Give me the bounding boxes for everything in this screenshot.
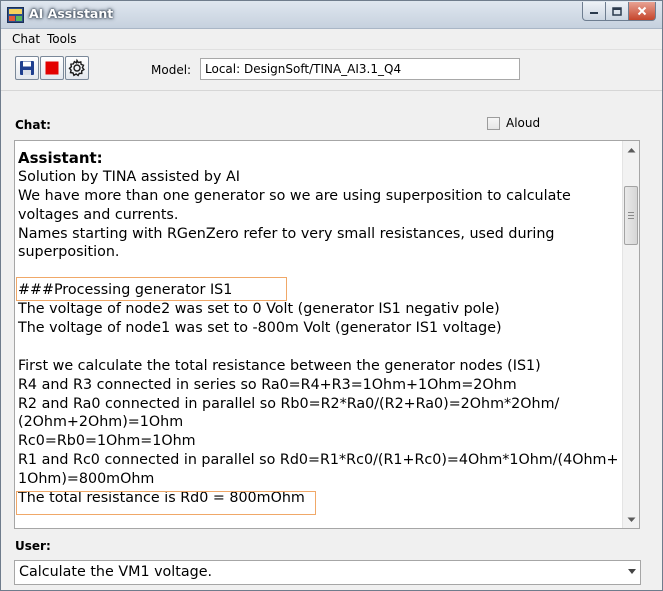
chat-line: voltages and currents.: [18, 206, 179, 223]
chat-line: (2Ohm+2Ohm)=1Ohm: [18, 414, 184, 431]
chevron-down-icon: [627, 517, 635, 522]
scroll-thumb[interactable]: [624, 186, 638, 245]
chat-line: R4 and R3 connected in series so Ra0=R4+…: [18, 376, 517, 393]
result-highlight: [16, 491, 316, 515]
toolbar: Model: Local: DesignSoft/TINA_AI3.1_Q4: [1, 49, 662, 87]
model-field[interactable]: Local: DesignSoft/TINA_AI3.1_Q4: [200, 58, 520, 80]
save-button[interactable]: [15, 56, 39, 80]
chat-line: We have more than one generator so we ar…: [18, 187, 571, 204]
chat-content: Assistant: Solution by TINA assisted by …: [18, 149, 622, 508]
chevron-down-icon[interactable]: [628, 569, 636, 574]
chat-line: The voltage of node2 was set to 0 Volt (…: [18, 301, 500, 318]
close-button[interactable]: [628, 2, 656, 21]
menu-tools[interactable]: Tools: [47, 32, 77, 46]
aloud-label: Aloud: [506, 116, 541, 130]
window-title: AI Assistant: [29, 6, 114, 21]
scroll-down-button[interactable]: [623, 511, 639, 528]
minimize-button[interactable]: [582, 2, 606, 21]
menu-chat[interactable]: Chat: [12, 32, 40, 46]
scroll-up-button[interactable]: [623, 141, 639, 158]
app-icon: [7, 7, 24, 23]
save-icon: [20, 61, 34, 75]
model-label: Model:: [151, 63, 192, 77]
chevron-up-icon: [627, 147, 635, 152]
chat-line: Names starting with RGenZero refer to ve…: [18, 225, 555, 242]
menu-bar: Chat Tools: [1, 29, 662, 49]
maximize-icon: [612, 6, 622, 16]
chat-line-blank: [18, 338, 622, 357]
chat-line: R1 and Rc0 connected in parallel so Rd0=…: [18, 452, 619, 469]
stop-button[interactable]: [40, 56, 64, 80]
assistant-heading: Assistant:: [18, 149, 103, 167]
gear-icon: [68, 58, 85, 77]
close-icon: [637, 6, 647, 16]
maximize-button[interactable]: [605, 2, 629, 21]
chat-line: The voltage of node1 was set to -800m Vo…: [18, 320, 502, 337]
chat-transcript[interactable]: Assistant: Solution by TINA assisted by …: [14, 140, 640, 529]
chat-scrollbar[interactable]: [622, 141, 639, 528]
minimize-icon: [590, 12, 598, 14]
aloud-checkbox[interactable]: [487, 116, 500, 130]
chat-line: Solution by TINA assisted by AI: [18, 168, 241, 185]
app-window: AI Assistant Chat Tools Model: Local: De…: [0, 0, 663, 591]
chat-line: Rc0=Rb0=1Ohm=1Ohm: [18, 433, 196, 450]
chat-line: First we calculate the total resistance …: [18, 357, 541, 374]
chat-line: 1Ohm)=800mOhm: [18, 471, 155, 488]
heading-highlight: [16, 277, 287, 301]
title-bar[interactable]: AI Assistant: [1, 1, 662, 29]
chat-line: superposition.: [18, 244, 120, 261]
chat-line: R2 and Ra0 connected in parallel so Rb0=…: [18, 395, 560, 412]
stop-icon: [45, 61, 59, 75]
user-label: User:: [15, 539, 51, 553]
settings-button[interactable]: [65, 56, 89, 80]
chat-label: Chat:: [15, 118, 51, 132]
aloud-option[interactable]: Aloud: [487, 116, 540, 130]
user-input-text: Calculate the VM1 voltage.: [19, 564, 213, 580]
user-input[interactable]: Calculate the VM1 voltage.: [14, 560, 641, 585]
separator: [1, 90, 662, 91]
